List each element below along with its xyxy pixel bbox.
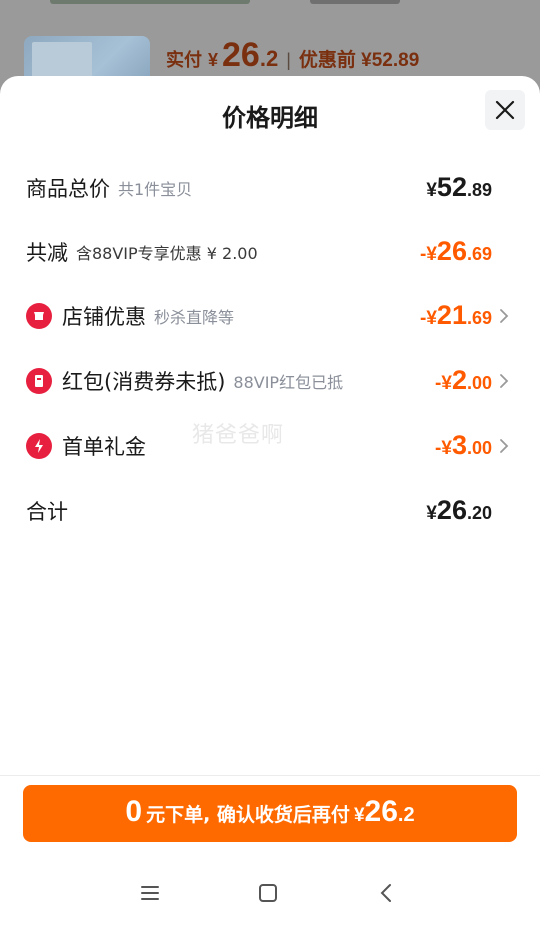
order-yen: ¥	[353, 805, 365, 826]
close-button[interactable]	[485, 90, 525, 130]
amount-decimal: .20	[466, 503, 492, 523]
row-red-packet[interactable]: 红包(消费券未抵) 88VIP红包已抵 -¥ 2 .00	[0, 361, 540, 401]
chevron-right-icon	[500, 309, 509, 323]
watermark: 猪爸爸啊	[192, 423, 285, 448]
row-subtitle: 秒杀直降等	[154, 308, 235, 327]
system-nav-bar	[0, 860, 540, 928]
amount-sign: ¥	[426, 180, 437, 201]
order-zero: 0	[125, 795, 143, 828]
amount-integer: 26	[436, 236, 467, 266]
row-amount: -¥ 26 .69	[420, 232, 492, 272]
row-subtitle: 含88VIP专享优惠 ¥ 2.00	[76, 244, 258, 263]
background-price-row: 实付 ¥ 26 .2 | 优惠前 ¥52.89	[166, 36, 419, 75]
paid-label: 实付	[166, 50, 202, 70]
shop-icon	[26, 303, 52, 329]
close-icon	[495, 100, 515, 120]
sheet-title: 价格明细	[222, 104, 318, 132]
chevron-right-icon	[500, 439, 509, 453]
chevron-right-icon	[500, 374, 509, 388]
nav-menu-button[interactable]	[135, 880, 165, 906]
order-text: 元下单, 确认收货后再付	[146, 804, 350, 826]
row-subtitle: 88VIP红包已抵	[233, 373, 344, 392]
row-shop-discount[interactable]: 店铺优惠 秒杀直降等 -¥ 21 .69	[0, 296, 540, 336]
row-title: 店铺优惠	[62, 305, 146, 329]
price-separator: |	[286, 50, 291, 70]
lightning-icon	[26, 433, 52, 459]
nav-back-button[interactable]	[371, 880, 401, 906]
amount-decimal: .69	[466, 308, 492, 328]
amount-sign: -¥	[435, 373, 452, 394]
order-integer: 26	[364, 795, 398, 828]
background-tab	[310, 0, 400, 4]
amount-decimal: .00	[466, 438, 492, 458]
back-icon	[380, 884, 391, 902]
row-grand-total: 合计 ¥ 26 .20	[0, 491, 540, 531]
row-amount: ¥ 52 .89	[426, 168, 492, 208]
amount-sign: -¥	[420, 244, 437, 265]
footer-divider	[0, 775, 540, 776]
row-title: 共减	[26, 241, 68, 265]
row-title: 商品总价	[26, 177, 110, 201]
row-amount: -¥ 3 .00	[435, 426, 492, 466]
amount-sign: -¥	[435, 438, 452, 459]
row-goods-total: 商品总价 共1件宝贝 ¥ 52 .89	[0, 168, 540, 208]
row-title: 首单礼金	[62, 435, 146, 459]
amount-sign: -¥	[420, 308, 437, 329]
red-packet-icon	[26, 368, 52, 394]
amount-integer: 3	[451, 430, 467, 460]
amount-decimal: .69	[466, 244, 492, 264]
amount-sign: ¥	[426, 503, 437, 524]
order-decimal: .2	[397, 804, 415, 826]
row-amount: -¥ 21 .69	[420, 296, 492, 336]
paid-integer: 26	[222, 36, 260, 74]
row-title: 红包(消费券未抵)	[62, 370, 226, 394]
background-tab	[50, 0, 250, 4]
row-total-discount: 共减 含88VIP专享优惠 ¥ 2.00 -¥ 26 .69	[0, 232, 540, 272]
background-tabs	[50, 0, 490, 8]
amount-integer: 52	[436, 172, 467, 202]
amount-integer: 26	[436, 495, 467, 525]
place-order-button[interactable]: 0 元下单, 确认收货后再付 ¥ 26 .2	[23, 785, 517, 842]
amount-decimal: .00	[466, 373, 492, 393]
paid-yen: ¥	[208, 50, 219, 70]
amount-integer: 2	[451, 365, 467, 395]
menu-icon	[141, 886, 159, 900]
amount-decimal: .89	[466, 180, 492, 200]
amount-integer: 21	[436, 300, 467, 330]
original-price: 优惠前 ¥52.89	[298, 50, 420, 71]
nav-home-button[interactable]	[253, 880, 283, 906]
home-icon	[259, 884, 277, 902]
row-subtitle: 共1件宝贝	[118, 180, 193, 199]
row-amount: -¥ 2 .00	[435, 361, 492, 401]
paid-decimal: .2	[259, 46, 279, 71]
row-amount: ¥ 26 .20	[426, 491, 492, 531]
row-title: 合计	[26, 500, 68, 524]
